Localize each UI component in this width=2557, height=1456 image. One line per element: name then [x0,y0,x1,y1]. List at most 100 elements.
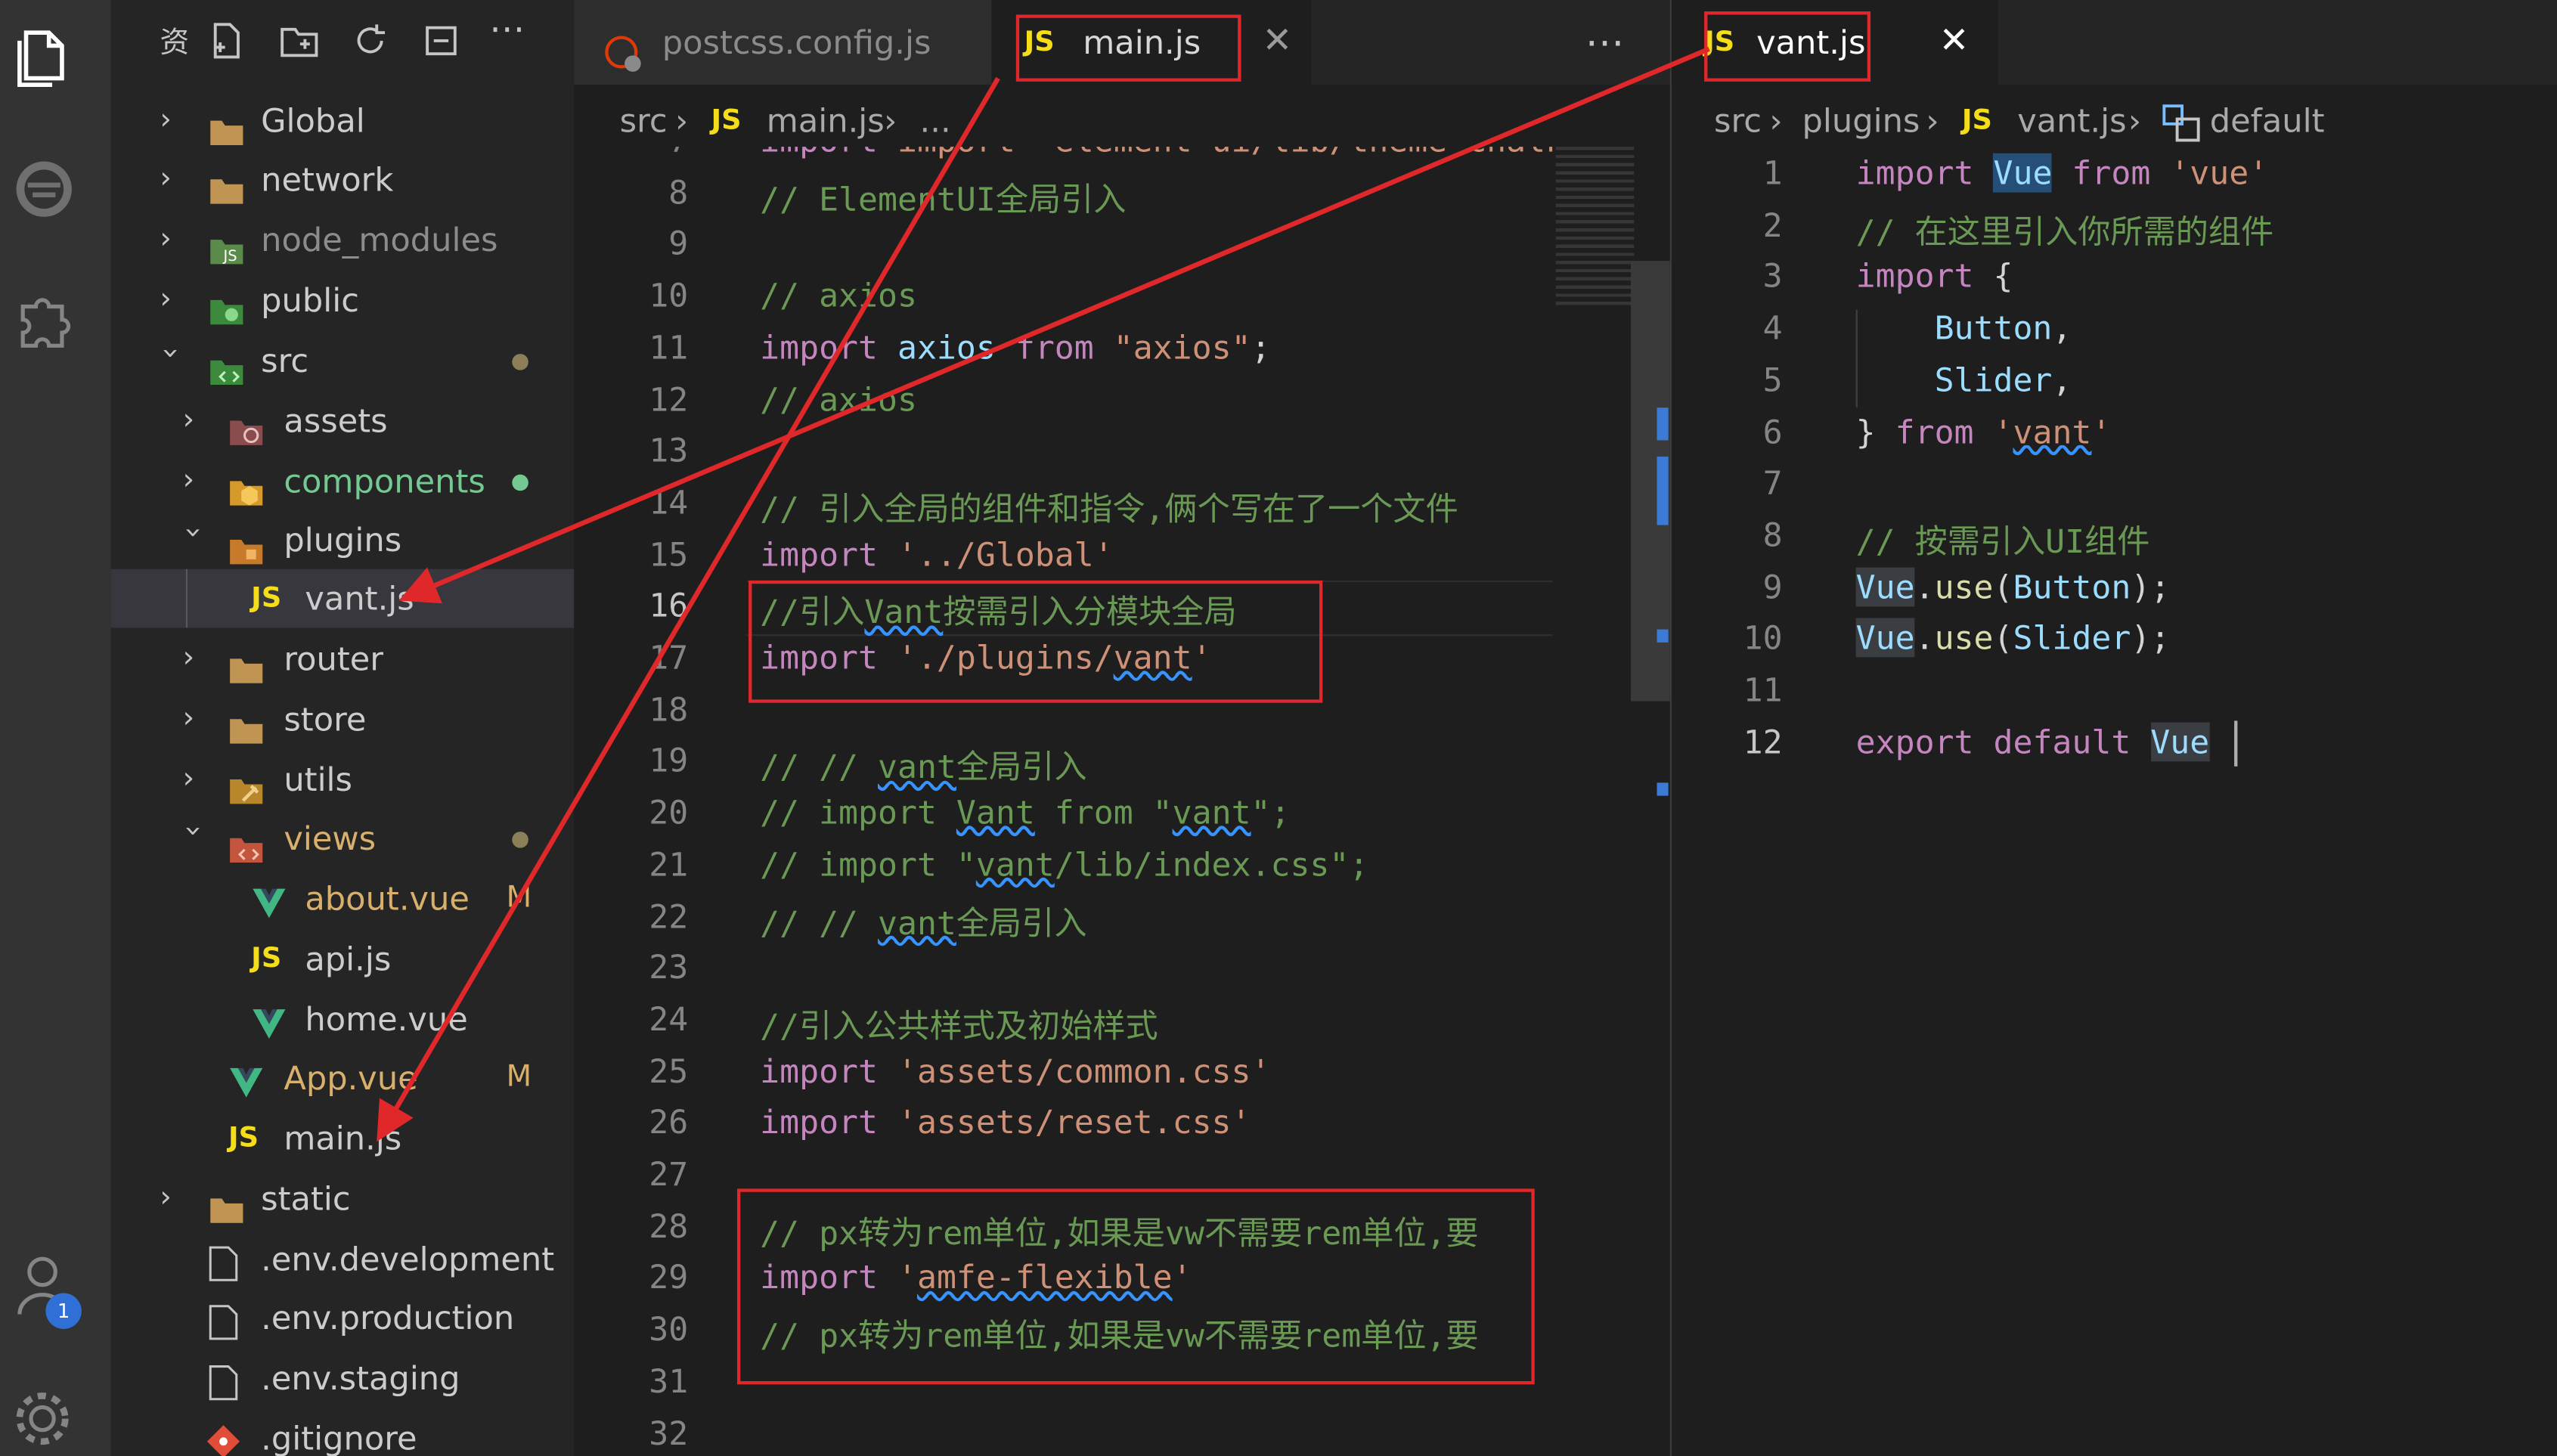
settings-gear-icon[interactable] [0,1380,91,1456]
tab-bar-empty: ⋯ [1311,0,1670,85]
public-folder-icon [209,285,244,325]
tree-label: .env.staging [261,1358,460,1398]
folder-icon [209,1184,244,1223]
line-number: 4 [1762,308,1783,348]
tree-item-env-development[interactable]: .env.development [111,1229,575,1288]
code-line-2: // 在这里引入你所需的组件 [1855,211,2274,251]
tree-item-global[interactable]: › Global [111,91,575,150]
code-line-12: export default Vue [1855,721,2210,761]
tree-item-api-js[interactable]: JS api.js [111,929,575,988]
line-number: 27 [649,1154,689,1194]
line-number: 13 [649,430,689,470]
line-number: 3 [1762,256,1783,296]
explorer-panel: 资 ⋯ › Global › network › JS node_modules… [110,0,575,1456]
collapse-all-icon[interactable] [421,20,463,62]
line-number: 9 [1762,566,1783,606]
breadcrumb-item[interactable]: src [1714,85,1762,156]
line-number: 28 [649,1206,689,1246]
breadcrumb-item[interactable]: ... [920,85,951,156]
line-number: 7 [1762,463,1783,503]
tree-label: .env.production [261,1297,515,1337]
tree-item-views[interactable]: › views [111,809,575,868]
code-line-11: import axios from "axios"; [760,327,1271,367]
tree-item-utils[interactable]: › utils [111,750,575,809]
tree-label: App.vue [284,1058,418,1098]
chevron-right-icon: › [884,101,897,141]
tree-item-about-vue[interactable]: about.vue M [111,869,575,928]
tree-item-env-production[interactable]: .env.production [111,1288,575,1347]
tree-label: home.vue [305,999,468,1039]
tree-label: main.js [284,1118,402,1158]
tree-item-plugins[interactable]: › plugins [111,510,575,569]
chevron-right-icon: › [1926,101,1939,141]
tree-item-src[interactable]: › src [111,331,575,390]
tree-item-env-staging[interactable]: .env.staging [111,1349,575,1408]
tree-label: about.vue [305,878,470,919]
tree-item-static[interactable]: › static [111,1169,575,1228]
line-number: 9 [668,224,689,264]
breadcrumb-item[interactable]: src [620,85,668,156]
close-icon[interactable]: ✕ [1263,0,1293,85]
refresh-icon[interactable] [349,20,392,62]
folder-icon [209,165,244,204]
modified-dot [512,354,528,370]
tree-item-home-vue[interactable]: home.vue [111,990,575,1049]
new-file-icon[interactable] [206,20,248,62]
line-number: 32 [649,1413,689,1452]
code-line-20: // import Vant from "vant"; [760,792,1291,832]
more-actions-icon[interactable]: ⋯ [1585,0,1625,85]
line-number: 10 [1743,618,1783,658]
code-line-10: Vue.use(Slider); [1855,618,2171,658]
tree-item-app-vue[interactable]: App.vue M [111,1049,575,1107]
new-folder-icon[interactable] [277,20,323,62]
line-number: 20 [649,792,689,832]
line-number: 17 [649,637,689,677]
close-icon[interactable]: ✕ [1939,0,1970,85]
code-line-15: import '../Global' [760,534,1114,574]
tree-item-assets[interactable]: › assets [111,392,575,451]
tree-label: plugins [284,520,402,559]
extension-avatar-icon[interactable] [0,150,91,228]
more-actions-icon[interactable]: ⋯ [489,10,525,51]
tree-label: Global [261,101,365,141]
tree-item-gitignore[interactable]: .gitignore [111,1409,575,1456]
tree-item-store[interactable]: › store [111,689,575,748]
tab-postcss-config[interactable]: postcss.config.js [574,0,992,85]
breadcrumb-item[interactable]: vant.js [2017,85,2126,156]
tree-item-vant-js[interactable]: JS vant.js [110,568,575,628]
chevron-right-icon: › [182,701,195,736]
extensions-icon[interactable] [0,280,91,359]
js-file-icon: JS [251,942,282,975]
breadcrumb-item[interactable]: plugins [1802,85,1920,156]
js-file-icon: JS [711,104,742,138]
tree-label: .gitignore [261,1418,417,1456]
line-number: 12 [1743,721,1783,761]
line-number: 29 [649,1257,689,1297]
tree-item-node-modules[interactable]: › JS node_modules [111,210,575,269]
js-file-icon: JS [1961,104,1992,138]
code-line-6: } from 'vant' [1855,411,2112,451]
tree-item-components[interactable]: › components [111,451,575,510]
node-folder-icon: JS [209,225,244,265]
line-number: 19 [649,741,689,780]
plugins-folder-icon [228,525,264,565]
code-line-19: // // vant全局引入 [760,747,1087,787]
line-number: 8 [1762,515,1783,555]
tree-label: .env.development [261,1239,555,1279]
explorer-icon[interactable] [0,17,91,95]
line-number: 25 [649,1051,689,1091]
tree-label: static [261,1179,351,1219]
tree-item-public[interactable]: › public [111,271,575,330]
breadcrumb-item[interactable]: default [2210,85,2325,156]
code-editor[interactable]: 1 import Vue from 'vue' 2 // 在这里引入你所需的组件 3 im… [1672,147,2557,1456]
breadcrumb-item[interactable]: main.js [767,85,885,156]
folder-icon [228,644,264,683]
line-number: 30 [649,1309,689,1349]
tree-item-main-js[interactable]: JS main.js [111,1109,575,1168]
minimap[interactable] [1552,147,1670,1456]
tree-item-router[interactable]: › router [111,630,575,689]
tree-label: src [261,340,309,380]
code-line-5: Slider, [1934,360,2072,400]
js-file-icon: JS [251,582,282,615]
tree-item-network[interactable]: › network [111,150,575,209]
